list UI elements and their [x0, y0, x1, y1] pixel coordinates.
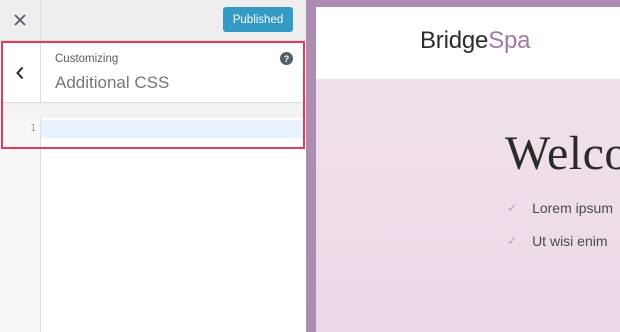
publish-button[interactable]: Published: [223, 7, 293, 32]
section-title: Additional CSS: [55, 73, 170, 92]
chevron-left-icon: [16, 66, 24, 79]
list-item-text: Lorem ipsum: [532, 200, 613, 216]
css-code-input[interactable]: [41, 118, 306, 332]
back-button[interactable]: [0, 42, 41, 103]
site-preview: BridgeSpa Welco ✓ Lorem ipsum ✓ Ut wisi …: [316, 7, 620, 332]
css-code-editor: 1: [0, 118, 306, 332]
list-item-text: Ut wisi enim: [532, 233, 608, 249]
section-header: Customizing Additional CSS: [0, 42, 306, 103]
close-icon: [14, 14, 26, 26]
logo-main-text: Bridge: [420, 27, 489, 54]
site-logo[interactable]: BridgeSpa: [420, 27, 530, 55]
section-divider: [0, 104, 306, 118]
customizing-label: Customizing: [55, 53, 119, 65]
customizer-sidebar: Published Customizing Additional CSS ? 1: [0, 0, 306, 332]
customizer-header: Published: [0, 0, 306, 41]
logo-accent-text: Spa: [488, 27, 531, 54]
help-icon[interactable]: ?: [280, 52, 293, 65]
site-header: BridgeSpa: [316, 7, 620, 79]
checkmark-icon: ✓: [507, 234, 518, 248]
line-number-gutter: 1: [0, 118, 41, 332]
hero-title: Welco: [505, 127, 620, 180]
list-item: ✓ Lorem ipsum: [507, 200, 613, 216]
line-number: 1: [30, 123, 36, 134]
checkmark-icon: ✓: [507, 201, 518, 215]
list-item: ✓ Ut wisi enim: [507, 233, 608, 249]
site-preview-frame: BridgeSpa Welco ✓ Lorem ipsum ✓ Ut wisi …: [306, 0, 620, 332]
close-button[interactable]: [0, 0, 41, 40]
